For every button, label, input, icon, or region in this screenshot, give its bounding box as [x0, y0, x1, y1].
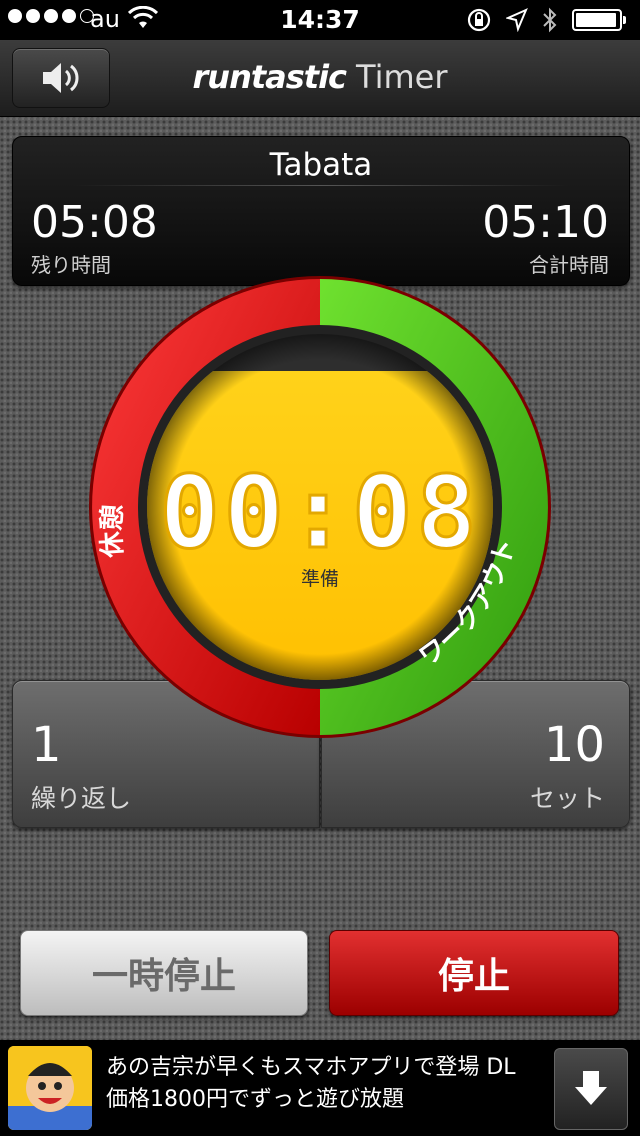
countdown-display: 00:08	[159, 454, 480, 571]
workout-info-panel: Tabata 05:08 残り時間 05:10 合計時間	[12, 136, 630, 286]
location-icon	[506, 8, 528, 32]
stop-button[interactable]: 停止	[329, 930, 619, 1016]
ad-character-icon	[8, 1046, 92, 1130]
ad-download-button[interactable]	[554, 1048, 628, 1130]
ad-banner[interactable]: あの吉宗が早くもスマホアプリで登場 DL価格1800円でずっと遊び放題	[0, 1040, 640, 1136]
divider	[73, 185, 569, 186]
status-bar: au 14:37	[0, 0, 640, 40]
phase-label: 準備	[301, 568, 339, 590]
pause-button[interactable]: 一時停止	[20, 930, 308, 1016]
brand-logo: runtastic	[192, 58, 348, 96]
app-title: runtastic Timer	[0, 58, 640, 96]
remaining-time: 05:08	[31, 197, 158, 248]
app-title-text: Timer	[356, 58, 448, 96]
rounds-value: 1	[31, 717, 62, 773]
sets-label: セット	[529, 784, 605, 813]
timer-dial: 00:08 準備 休憩 ワークアウト	[89, 276, 551, 738]
ad-thumbnail[interactable]	[8, 1046, 92, 1130]
rounds-label: 繰り返し	[31, 784, 132, 813]
battery-icon	[572, 9, 626, 31]
orientation-lock-icon	[467, 8, 491, 32]
ad-text[interactable]: あの吉宗が早くもスマホアプリで登場 DL価格1800円でずっと遊び放題	[106, 1052, 536, 1116]
sets-value: 10	[543, 717, 605, 773]
remaining-time-label: 残り時間	[31, 253, 111, 277]
total-time: 05:10	[482, 197, 609, 248]
download-arrow-icon	[575, 1071, 607, 1105]
bluetooth-icon	[543, 7, 557, 33]
total-time-label: 合計時間	[529, 253, 609, 277]
workout-name: Tabata	[269, 147, 373, 183]
nav-bar: runtastic Timer	[0, 40, 640, 117]
